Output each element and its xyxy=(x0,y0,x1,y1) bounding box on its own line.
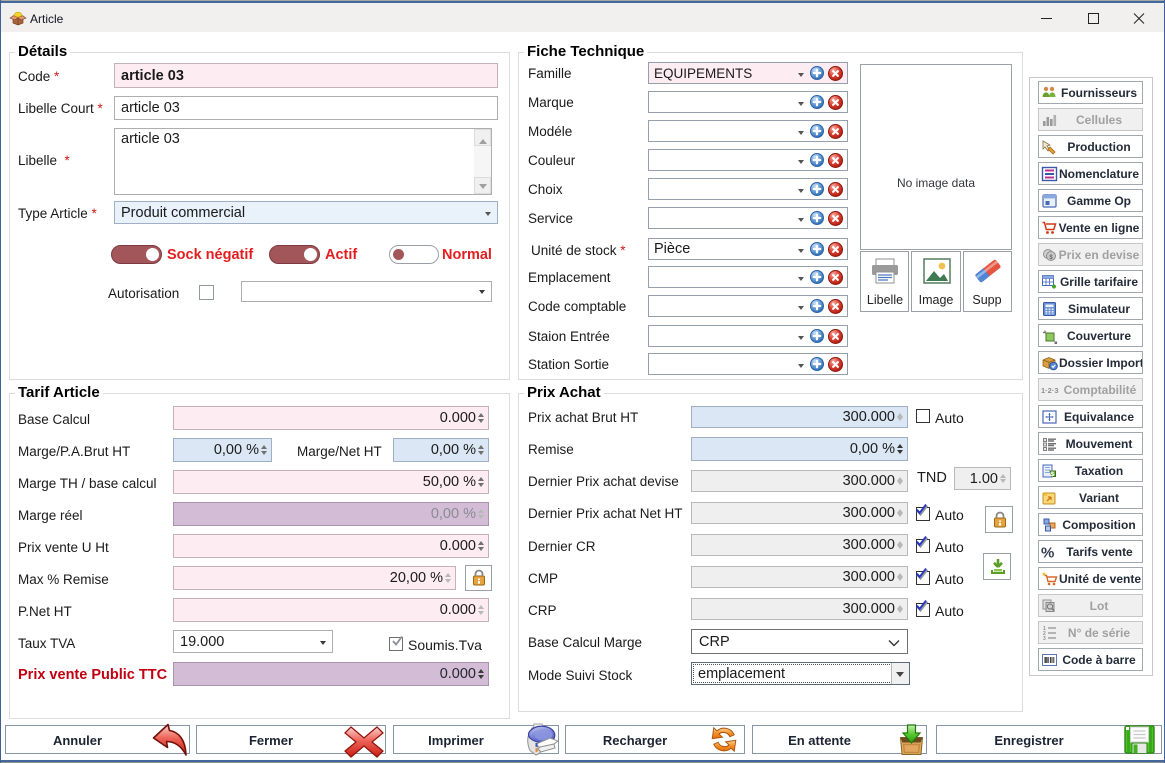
svg-text:3: 3 xyxy=(1043,636,1046,641)
svg-text:%: % xyxy=(1041,544,1054,560)
svg-text:$: $ xyxy=(1050,471,1054,478)
svg-text:1·2·3: 1·2·3 xyxy=(1041,386,1059,395)
